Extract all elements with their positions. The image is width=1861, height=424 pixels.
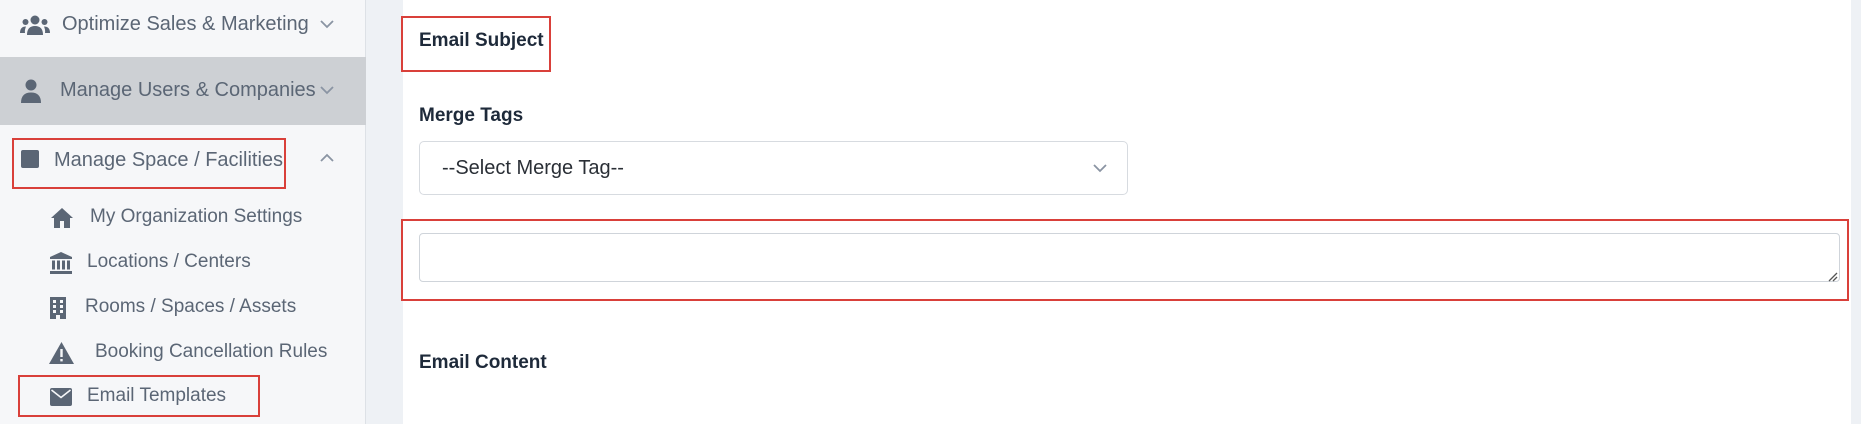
envelope-icon bbox=[50, 386, 74, 408]
sidebar-sub-label: Booking Cancellation Rules bbox=[95, 341, 328, 362]
user-icon bbox=[20, 79, 42, 103]
email-subject-textarea[interactable] bbox=[419, 233, 1840, 282]
chevron-up-icon bbox=[318, 149, 336, 167]
merge-tag-selected-value: --Select Merge Tag-- bbox=[442, 157, 624, 179]
email-template-form: Email Subject Merge Tags --Select Merge … bbox=[401, 0, 1861, 424]
sidebar-item-rooms[interactable]: Rooms / Spaces / Assets bbox=[0, 286, 366, 330]
sidebar-item-label: Optimize Sales & Marketing bbox=[62, 13, 309, 35]
sidebar-item-manage-space[interactable]: Manage Space / Facilities bbox=[0, 132, 366, 188]
sidebar-sub-label: Locations / Centers bbox=[87, 251, 251, 272]
page-right-edge bbox=[1851, 0, 1861, 424]
sidebar-item-label: Manage Users & Companies bbox=[60, 79, 316, 101]
sidebar-sub-label: Rooms / Spaces / Assets bbox=[85, 296, 297, 317]
chevron-down-icon bbox=[1091, 159, 1109, 177]
sidebar-item-cancellation-rules[interactable]: Booking Cancellation Rules bbox=[0, 331, 366, 375]
sidebar: Optimize Sales & Marketing Manage Users … bbox=[0, 0, 366, 424]
email-content-label: Email Content bbox=[419, 352, 547, 373]
warning-icon bbox=[49, 342, 74, 364]
home-icon bbox=[50, 207, 74, 229]
sidebar-sub-label: Email Templates bbox=[87, 385, 227, 406]
resize-grip-icon[interactable] bbox=[1826, 269, 1838, 282]
bank-icon bbox=[50, 252, 74, 274]
sidebar-sub-label: My Organization Settings bbox=[90, 206, 303, 227]
sidebar-item-locations[interactable]: Locations / Centers bbox=[0, 241, 366, 285]
merge-tags-label: Merge Tags bbox=[419, 105, 524, 126]
email-subject-label: Email Subject bbox=[419, 30, 544, 51]
sidebar-item-organization-settings[interactable]: My Organization Settings bbox=[0, 196, 366, 240]
users-group-icon bbox=[20, 14, 50, 36]
chevron-down-icon bbox=[318, 81, 336, 99]
square-icon bbox=[21, 150, 39, 168]
merge-tag-select[interactable]: --Select Merge Tag-- bbox=[419, 141, 1128, 195]
sidebar-item-email-templates[interactable]: Email Templates bbox=[0, 375, 366, 419]
sidebar-item-label: Manage Space / Facilities bbox=[54, 149, 284, 171]
chevron-down-icon bbox=[318, 15, 336, 33]
sidebar-item-manage-users[interactable]: Manage Users & Companies bbox=[0, 57, 366, 125]
sidebar-item-optimize-sales[interactable]: Optimize Sales & Marketing bbox=[0, 0, 366, 50]
building-icon bbox=[50, 297, 74, 319]
